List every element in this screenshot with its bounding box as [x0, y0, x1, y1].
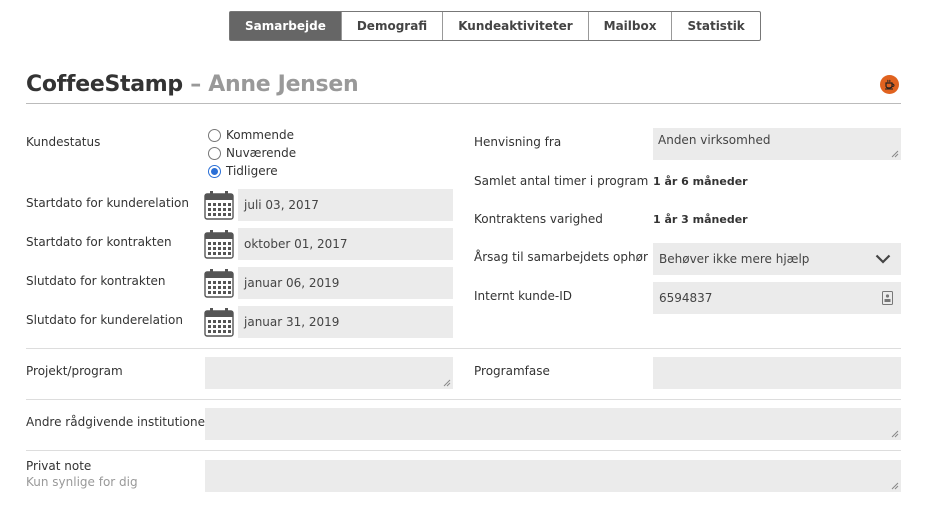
- date-label-start-contract: Startdato for kontrakten: [26, 235, 172, 249]
- page-title: CoffeeStamp – Anne Jensen: [26, 72, 901, 97]
- radio-kommende[interactable]: Kommende: [208, 128, 294, 142]
- tab-mailbox[interactable]: Mailbox: [587, 12, 672, 40]
- duration-value: 1 år 3 måneder: [653, 213, 748, 226]
- phase-label: Programfase: [474, 364, 550, 378]
- advisors-label: Andre rådgivende institutioner: [26, 415, 210, 429]
- date-label-end-relation: Slutdato for kunderelation: [26, 313, 183, 327]
- date-input-start-contract[interactable]: oktober 01, 2017: [238, 228, 453, 260]
- id-card-icon: [882, 291, 893, 305]
- radio-label: Tidligere: [226, 164, 278, 178]
- note-label: Privat note: [26, 459, 92, 473]
- reason-label: Årsag til samarbejdets ophør: [474, 250, 648, 264]
- tab-statistik[interactable]: Statistik: [671, 12, 759, 40]
- date-input-end-contract[interactable]: januar 06, 2019: [238, 267, 453, 299]
- tab-bar: Samarbejde Demografi Kundeaktiviteter Ma…: [229, 11, 761, 41]
- internal-id-label: Internt kunde-ID: [474, 289, 572, 303]
- person-name: Anne Jensen: [208, 72, 359, 97]
- coffee-icon[interactable]: [880, 75, 899, 94]
- page-header: CoffeeStamp – Anne Jensen: [26, 72, 901, 104]
- radio-label: Nuværende: [226, 146, 297, 160]
- date-label-end-contract: Slutdato for kontrakten: [26, 274, 166, 288]
- radio-tidligere[interactable]: Tidligere: [208, 164, 278, 178]
- note-sublabel: Kun synlige for dig: [26, 475, 138, 489]
- resize-grip-icon[interactable]: [443, 379, 451, 387]
- referral-value: Anden virksomhed: [658, 133, 771, 147]
- radio-nuvaerende[interactable]: Nuværende: [208, 146, 296, 160]
- divider: [26, 399, 901, 400]
- date-input-end-relation[interactable]: januar 31, 2019: [238, 306, 453, 338]
- title-separator: –: [190, 72, 201, 97]
- reason-value: Behøver ikke mere hjælp: [659, 252, 810, 266]
- chevron-down-icon: [875, 254, 891, 264]
- note-textarea[interactable]: [205, 460, 901, 492]
- divider: [26, 450, 901, 451]
- date-input-start-relation[interactable]: juli 03, 2017: [238, 189, 453, 221]
- radio-button[interactable]: [208, 128, 221, 142]
- hours-label: Samlet antal timer i program: [474, 174, 649, 188]
- duration-label: Kontraktens varighed: [474, 212, 603, 226]
- internal-id-value: 6594837: [659, 291, 713, 305]
- calendar-icon[interactable]: [204, 268, 234, 298]
- tab-samarbejde[interactable]: Samarbejde: [230, 12, 341, 40]
- tab-kundeaktiviteter[interactable]: Kundeaktiviteter: [442, 12, 587, 40]
- company-name: CoffeeStamp: [26, 72, 183, 97]
- resize-grip-icon[interactable]: [891, 482, 899, 490]
- calendar-icon[interactable]: [204, 229, 234, 259]
- date-label-start-relation: Startdato for kunderelation: [26, 196, 189, 210]
- radio-button-selected[interactable]: [208, 164, 221, 178]
- hours-value: 1 år 6 måneder: [653, 175, 748, 188]
- resize-grip-icon[interactable]: [891, 150, 899, 158]
- calendar-icon[interactable]: [204, 190, 234, 220]
- divider: [26, 348, 901, 349]
- resize-grip-icon[interactable]: [891, 430, 899, 438]
- project-textarea[interactable]: [205, 357, 453, 389]
- advisors-textarea[interactable]: [205, 408, 901, 440]
- tab-demografi[interactable]: Demografi: [340, 12, 442, 40]
- radio-label: Kommende: [226, 128, 294, 142]
- project-label: Projekt/program: [26, 364, 123, 378]
- referral-label: Henvisning fra: [474, 135, 562, 149]
- reason-select[interactable]: Behøver ikke mere hjælp: [653, 243, 901, 275]
- internal-id-input[interactable]: 6594837: [653, 282, 901, 314]
- phase-input[interactable]: [653, 357, 901, 389]
- status-label: Kundestatus: [26, 135, 101, 149]
- calendar-icon[interactable]: [204, 307, 234, 337]
- radio-button[interactable]: [208, 146, 221, 160]
- referral-textarea[interactable]: Anden virksomhed: [653, 128, 901, 160]
